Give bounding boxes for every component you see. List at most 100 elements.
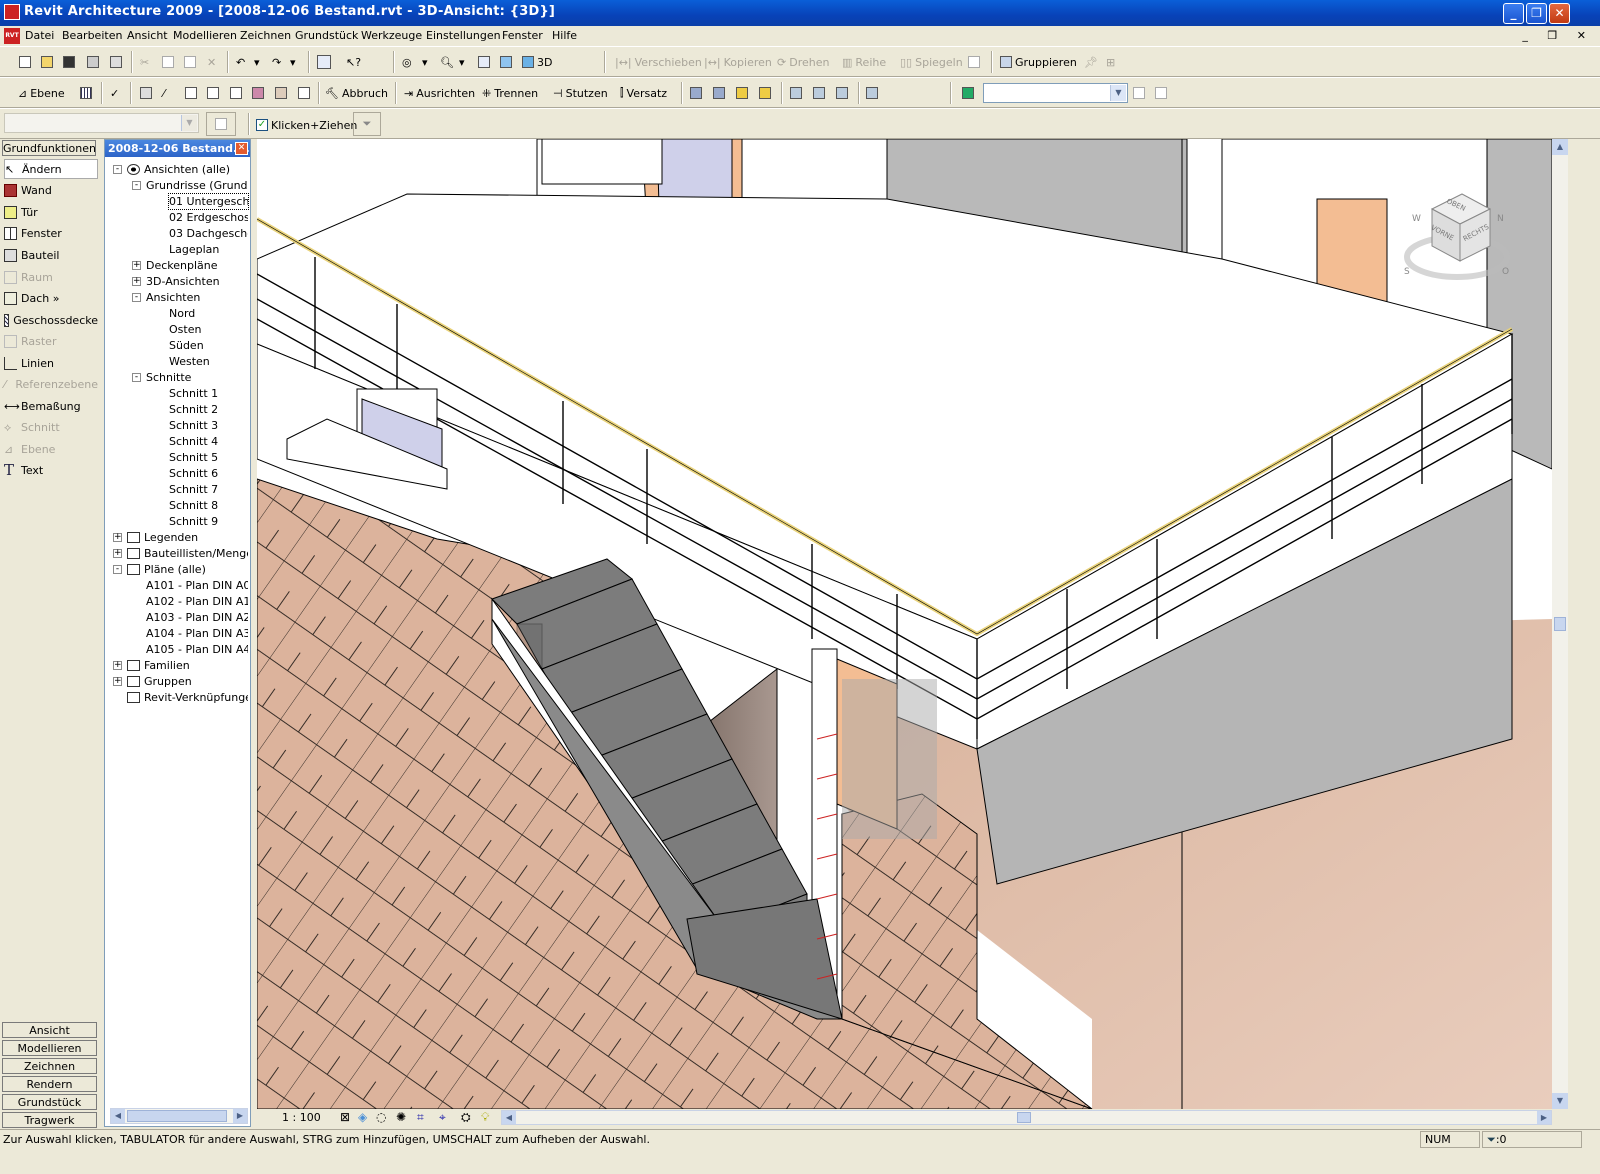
magnify-icon[interactable]: 🔍︎ xyxy=(440,52,454,72)
design-item-ebene[interactable]: ⊿ Ebene xyxy=(4,439,98,459)
trim-button[interactable]: ⊣ Stutzen xyxy=(553,83,608,103)
tab-ansicht[interactable]: Ansicht xyxy=(2,1022,97,1038)
design-item-geschossdecke[interactable]: Geschossdecke xyxy=(4,310,98,330)
model-3d-view[interactable] xyxy=(257,139,1552,1109)
menu-datei[interactable]: Datei xyxy=(25,29,54,42)
show-crop-icon[interactable]: ⌖ xyxy=(439,1110,446,1125)
tree-item[interactable]: Süden xyxy=(169,338,248,353)
tree-item[interactable]: Schnitt 2 xyxy=(169,402,248,417)
menu-hilfe[interactable]: Hilfe xyxy=(552,29,577,42)
design-item-bemassung[interactable]: ⟷ Bemaßung xyxy=(4,396,98,416)
shadows-icon[interactable]: ◌ xyxy=(376,1110,386,1124)
tree-item[interactable]: Familien xyxy=(144,658,248,673)
tool-g-icon[interactable] xyxy=(836,83,848,103)
unpin-icon[interactable]: ⊞ xyxy=(1106,52,1115,72)
vertical-scroll-thumb[interactable] xyxy=(1554,617,1566,631)
redo-dropdown-icon[interactable]: ▾ xyxy=(290,52,296,72)
split-face-icon[interactable] xyxy=(207,83,219,103)
minimize-button[interactable]: _ xyxy=(1503,3,1524,24)
tree-item[interactable]: 3D-Ansichten xyxy=(146,274,248,289)
design-item-referenzebene[interactable]: ⁄ Referenzebene xyxy=(4,374,98,394)
zoom-region-icon[interactable]: ◎ xyxy=(402,52,412,72)
document-icon[interactable]: RVT xyxy=(4,28,20,44)
sync-icon[interactable] xyxy=(87,52,99,72)
group-button[interactable]: Gruppieren xyxy=(1000,52,1077,72)
tree-item[interactable]: Schnitt 1 xyxy=(169,386,248,401)
tree-expander[interactable]: + xyxy=(113,533,122,542)
default-3d-icon[interactable] xyxy=(500,52,512,72)
mirror-button[interactable]: ▯▯ Spiegeln xyxy=(900,52,963,72)
render-image-icon[interactable] xyxy=(962,83,974,103)
menu-fenster[interactable]: Fenster xyxy=(502,29,543,42)
align-button[interactable]: ⇥ Ausrichten xyxy=(404,83,475,103)
tree-item[interactable]: Lageplan xyxy=(169,242,248,257)
tree-item[interactable]: Schnitte xyxy=(146,370,248,385)
tree-item[interactable]: Ansichten xyxy=(146,290,248,305)
wall-joins-icon[interactable] xyxy=(298,83,310,103)
join-icon[interactable] xyxy=(230,83,242,103)
menu-ansicht[interactable]: Ansicht xyxy=(127,29,168,42)
design-item-tuer[interactable]: Tür xyxy=(4,202,98,222)
tree-item[interactable]: Nord xyxy=(169,306,248,321)
tree-expander[interactable]: - xyxy=(113,565,122,574)
spellcheck-icon[interactable]: ✓ xyxy=(110,83,119,103)
tree-item[interactable]: A101 - Plan DIN A0 xyxy=(146,578,248,593)
tree-item[interactable]: Schnitt 7 xyxy=(169,482,248,497)
offset-button[interactable]: ⫿ Versatz xyxy=(620,83,667,103)
horizontal-scroll-thumb[interactable] xyxy=(1017,1112,1031,1123)
tool-d-icon[interactable] xyxy=(759,83,771,103)
tree-item[interactable]: Schnitt 3 xyxy=(169,418,248,433)
tree-expander[interactable]: + xyxy=(113,549,122,558)
resize-icon[interactable] xyxy=(968,52,980,72)
design-bar-header[interactable]: Grundfunktionen xyxy=(2,140,96,156)
tool-c-icon[interactable] xyxy=(736,83,748,103)
visual-style-icon[interactable]: ◈ xyxy=(358,1110,367,1124)
project-browser-close-icon[interactable]: ✕ xyxy=(235,142,248,155)
tree-item[interactable]: Revit-Verknüpfungen xyxy=(144,690,248,705)
tab-grundstueck[interactable]: Grundstück xyxy=(2,1094,97,1110)
tree-item[interactable]: A102 - Plan DIN A1 xyxy=(146,594,248,609)
copy-button[interactable]: |↔| Kopieren xyxy=(704,52,772,72)
move-button[interactable]: |↔| Verschieben xyxy=(615,52,702,72)
print-icon[interactable] xyxy=(110,52,122,72)
tree-expander[interactable]: + xyxy=(113,661,122,670)
thin-lines-icon[interactable] xyxy=(317,52,331,72)
tool-a-icon[interactable] xyxy=(690,83,702,103)
element-properties-icon[interactable] xyxy=(206,112,236,136)
type-selector-dropdown[interactable]: ▼ xyxy=(4,113,199,133)
save-icon[interactable] xyxy=(63,52,75,72)
match-type-icon[interactable] xyxy=(140,83,152,103)
tree-expander[interactable]: - xyxy=(113,165,122,174)
viewport-vertical-scrollbar[interactable]: ▲ ▼ xyxy=(1552,139,1568,1109)
render-settings-icon[interactable] xyxy=(1133,83,1145,103)
render-export-icon[interactable] xyxy=(1155,83,1167,103)
close-button[interactable]: ✕ xyxy=(1549,3,1570,24)
tab-tragwerk[interactable]: Tragwerk xyxy=(2,1112,97,1128)
crop-view-icon[interactable]: ⌗ xyxy=(417,1110,424,1125)
menu-zeichnen[interactable]: Zeichnen xyxy=(240,29,291,42)
design-item-text[interactable]: T Text xyxy=(4,460,98,480)
hscroll-left-arrow[interactable]: ◀ xyxy=(502,1111,516,1124)
temp-hide-icon[interactable]: ⛭ xyxy=(461,1110,471,1125)
tree-item[interactable]: Deckenpläne xyxy=(146,258,248,273)
undo-dropdown-icon[interactable]: ▾ xyxy=(254,52,260,72)
tree-item[interactable]: 02 Erdgeschoss xyxy=(169,210,248,225)
menu-einstellungen[interactable]: Einstellungen xyxy=(426,29,501,42)
design-item-aendern[interactable]: ↖ Ändern xyxy=(4,159,98,179)
tool-f-icon[interactable] xyxy=(813,83,825,103)
design-item-raum[interactable]: Raum xyxy=(4,267,98,287)
browser-scroll-thumb[interactable] xyxy=(127,1110,227,1122)
tree-item[interactable]: Bauteillisten/Mengen xyxy=(144,546,248,561)
tab-zeichnen[interactable]: Zeichnen xyxy=(2,1058,97,1074)
rotate-button[interactable]: ⟳ Drehen xyxy=(777,52,829,72)
viewcube[interactable]: OBEN VORNE RECHTS W N S O xyxy=(1402,189,1512,284)
tree-item[interactable]: Legenden xyxy=(144,530,248,545)
render-scene-dropdown[interactable]: ▼ xyxy=(983,83,1128,103)
revit-app-icon[interactable] xyxy=(4,4,20,20)
paint-icon[interactable] xyxy=(185,83,197,103)
tree-item[interactable]: Schnitt 6 xyxy=(169,466,248,481)
tree-item[interactable]: Schnitt 5 xyxy=(169,450,248,465)
scroll-up-arrow[interactable]: ▲ xyxy=(1552,139,1568,155)
mdi-window-controls[interactable]: _ ❐ ✕ xyxy=(1522,29,1594,42)
tree-item[interactable]: Schnitt 4 xyxy=(169,434,248,449)
